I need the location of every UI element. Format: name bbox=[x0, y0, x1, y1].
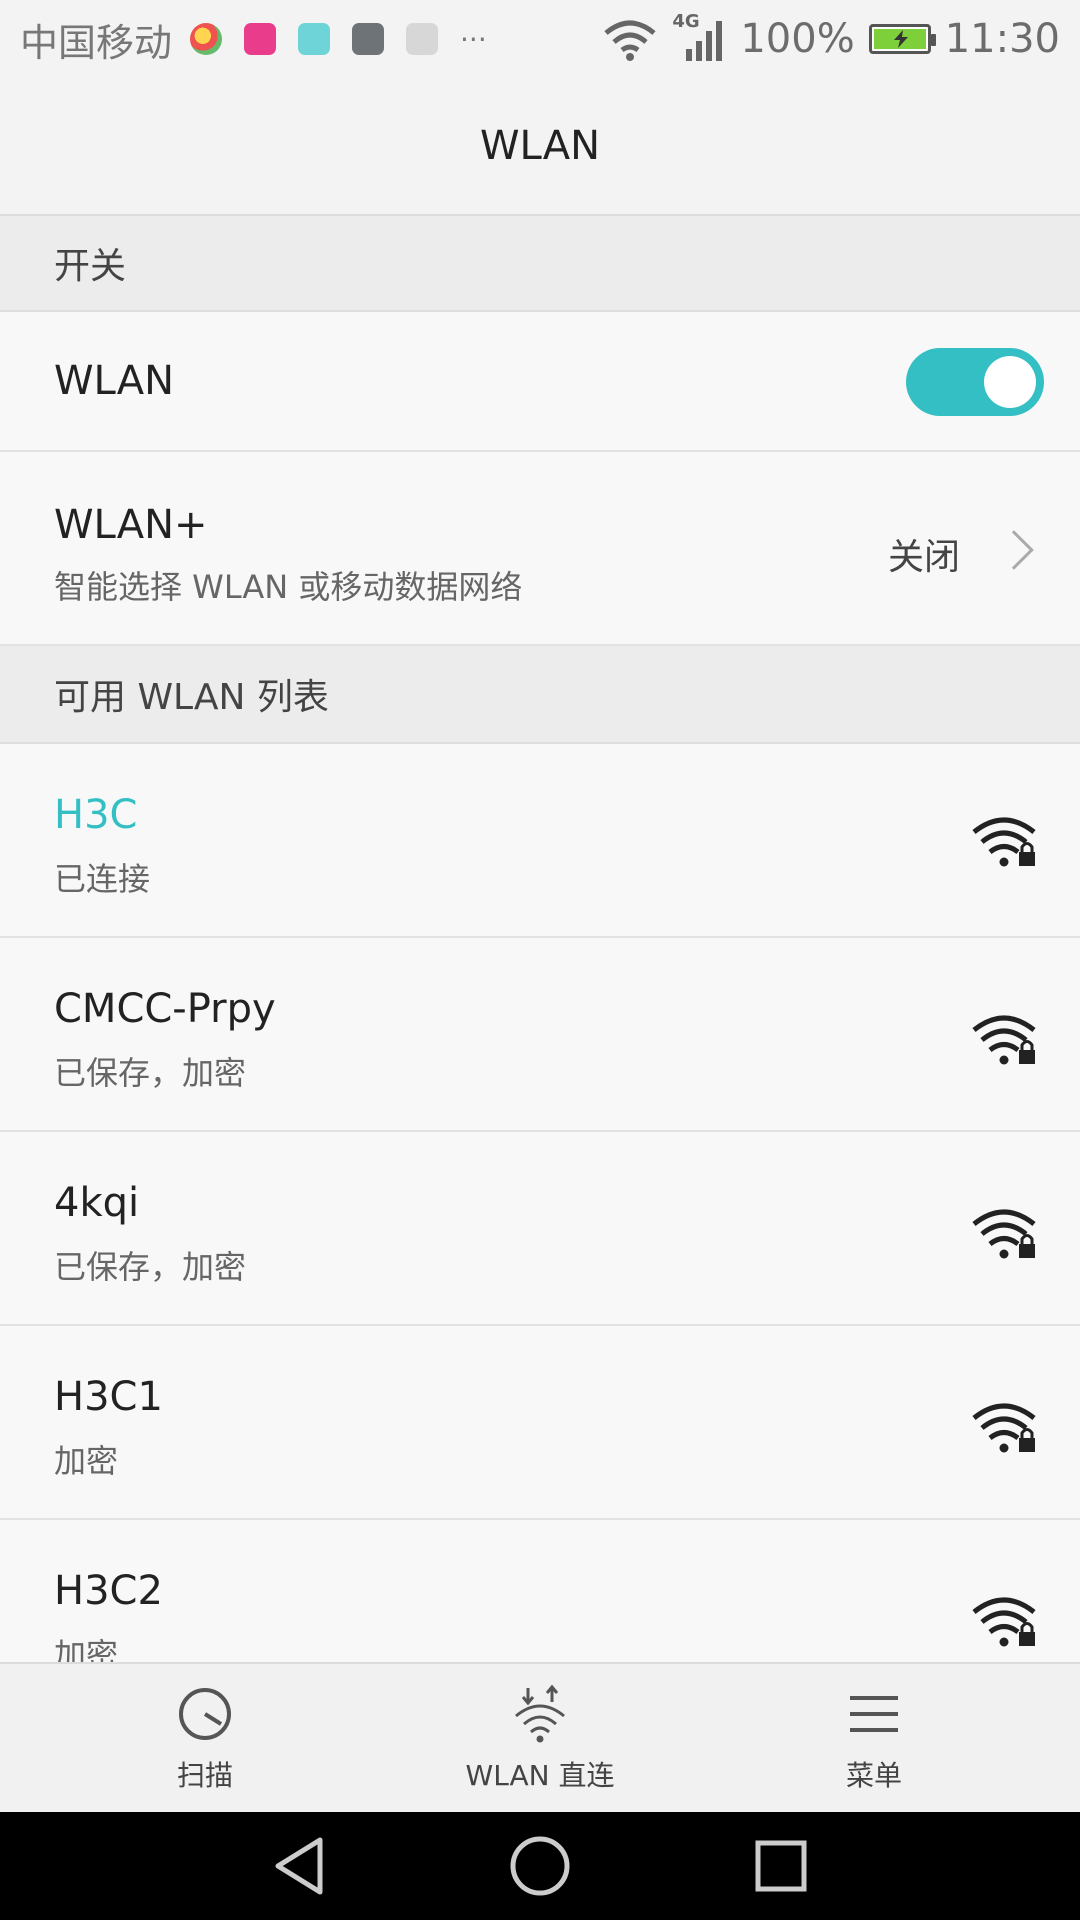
status-right: 4G 100% 11:30 bbox=[602, 11, 1060, 63]
menu-label: 菜单 bbox=[845, 1759, 902, 1792]
section-header-switch: 开关 bbox=[0, 216, 1080, 312]
scan-button[interactable]: 扫描 bbox=[55, 1664, 355, 1814]
title-bar: WLAN bbox=[0, 78, 1080, 216]
battery-icon bbox=[868, 24, 936, 54]
system-nav-bar bbox=[0, 1812, 1080, 1920]
status-bar: 中国移动 ··· 4G 100% 11:30 bbox=[0, 0, 1080, 78]
network-name: H3C1 bbox=[54, 1374, 163, 1420]
menu-button[interactable]: 菜单 bbox=[724, 1664, 1024, 1814]
network-row[interactable]: H3C 已连接 bbox=[0, 744, 1080, 938]
font-app-icon bbox=[406, 23, 439, 55]
section-header-available: 可用 WLAN 列表 bbox=[0, 646, 1080, 744]
back-icon[interactable] bbox=[270, 1834, 330, 1898]
wifi-locked-icon bbox=[972, 1597, 1036, 1647]
wlan-direct-label: WLAN 直连 bbox=[465, 1759, 615, 1792]
wlan-toggle-switch[interactable] bbox=[906, 348, 1044, 416]
shopping-app-icon bbox=[244, 23, 277, 55]
scan-icon bbox=[179, 1688, 231, 1740]
recents-icon[interactable] bbox=[750, 1834, 810, 1898]
carrier-label: 中国移动 bbox=[20, 20, 173, 65]
network-row[interactable]: H3C1 加密 bbox=[0, 1326, 1080, 1520]
network-status: 已保存，加密 bbox=[54, 1248, 247, 1286]
wlan-toggle-row[interactable]: WLAN bbox=[0, 312, 1080, 452]
network-status: 已连接 bbox=[54, 860, 151, 898]
wlan-plus-subtitle: 智能选择 WLAN 或移动数据网络 bbox=[54, 568, 523, 606]
network-name: H3C2 bbox=[54, 1568, 163, 1614]
notification-icons: ··· bbox=[190, 23, 487, 56]
scan-label: 扫描 bbox=[176, 1759, 233, 1792]
bottom-action-bar: 扫描 WLAN 直连 菜单 bbox=[0, 1662, 1080, 1812]
cell-signal-icon: 4G bbox=[672, 11, 726, 63]
menu-icon bbox=[850, 1696, 898, 1732]
network-row[interactable]: CMCC-Prpy 已保存，加密 bbox=[0, 938, 1080, 1132]
more-notifications-icon: ··· bbox=[460, 22, 487, 56]
network-row[interactable]: 4kqi 已保存，加密 bbox=[0, 1132, 1080, 1326]
wlan-toggle-label: WLAN bbox=[54, 358, 175, 404]
network-status: 加密 bbox=[54, 1442, 119, 1480]
wifi-locked-icon bbox=[972, 1209, 1036, 1259]
android-app-icon bbox=[298, 23, 331, 55]
wifi-locked-icon bbox=[972, 1403, 1036, 1453]
wifi-locked-icon bbox=[972, 817, 1036, 867]
wlan-plus-title: WLAN+ bbox=[54, 502, 208, 548]
battery-percent: 100% bbox=[740, 16, 855, 62]
security-app-icon bbox=[352, 23, 385, 55]
browser-app-icon bbox=[190, 23, 223, 55]
network-status: 已保存，加密 bbox=[54, 1054, 247, 1092]
wlan-plus-value: 关闭 bbox=[887, 537, 960, 578]
toggle-knob bbox=[984, 356, 1036, 408]
wlan-direct-icon bbox=[515, 1684, 565, 1743]
wifi-status-icon bbox=[604, 20, 656, 61]
chevron-right-icon bbox=[994, 530, 1034, 570]
home-icon[interactable] bbox=[508, 1834, 572, 1898]
section-header-switch-label: 开关 bbox=[54, 246, 127, 287]
network-name: CMCC-Prpy bbox=[54, 986, 276, 1032]
wlan-plus-row[interactable]: WLAN+ 智能选择 WLAN 或移动数据网络 关闭 bbox=[0, 452, 1080, 646]
page-title: WLAN bbox=[479, 123, 601, 169]
network-name: H3C bbox=[54, 792, 138, 838]
wifi-locked-icon bbox=[972, 1015, 1036, 1065]
network-name: 4kqi bbox=[54, 1180, 140, 1226]
clock: 11:30 bbox=[944, 16, 1060, 62]
section-header-available-label: 可用 WLAN 列表 bbox=[54, 677, 329, 718]
wlan-direct-button[interactable]: WLAN 直连 bbox=[390, 1664, 690, 1814]
